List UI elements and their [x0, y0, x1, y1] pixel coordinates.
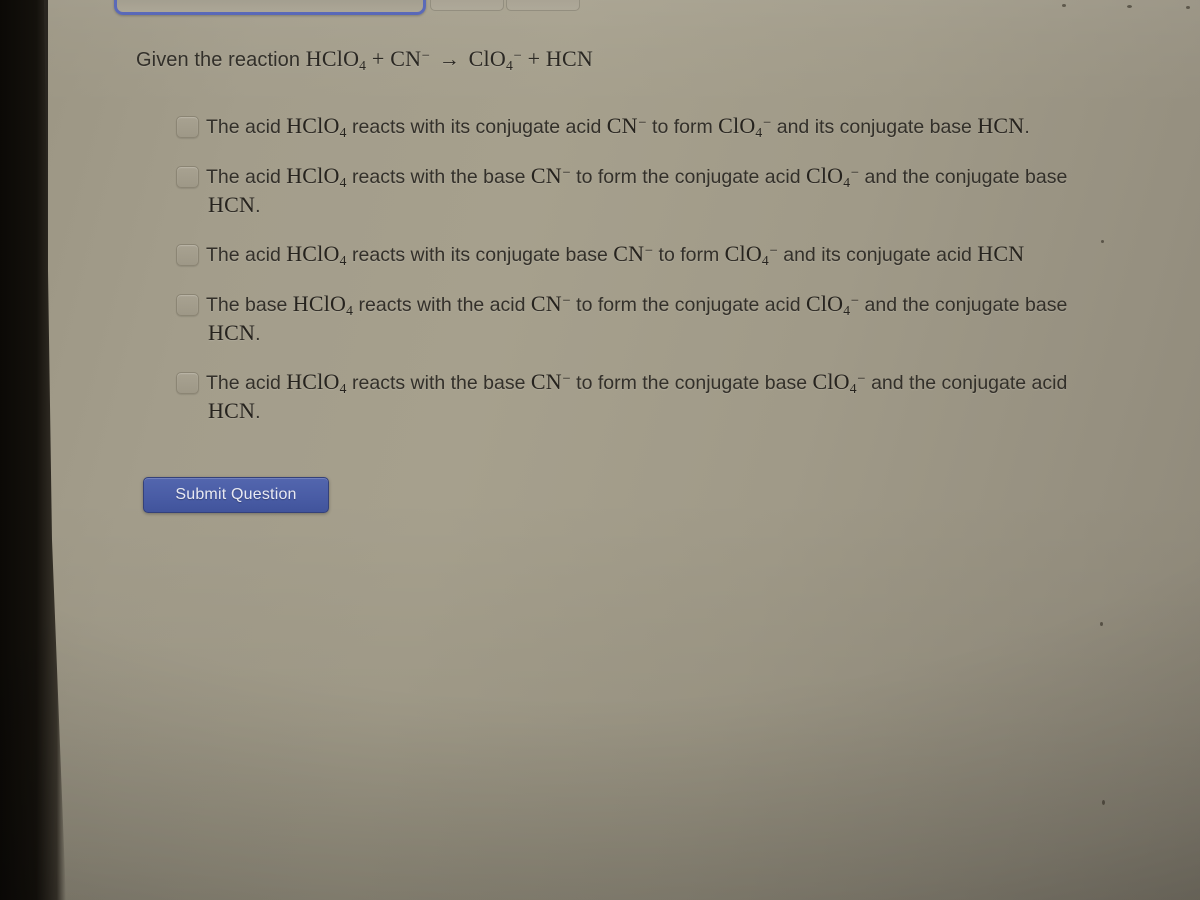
formula-cyanide-ion: CN− [613, 241, 654, 266]
option-text-fragment: to form the conjugate acid [570, 166, 806, 188]
option-text-fragment: to form [653, 244, 725, 266]
option-text-fragment: reacts with the base [346, 372, 531, 394]
plus-sign-1: + [371, 46, 385, 71]
answer-option-2[interactable]: The acid HClO4 reacts with the base CN− … [176, 162, 1166, 220]
quiz-page: Given the reaction HClO4 + CN− → ClO4− +… [48, 0, 1200, 900]
reactant-2: CN− [390, 46, 431, 71]
option-text-fragment: The acid [206, 166, 287, 188]
option-text-fragment: and the conjugate base [859, 166, 1068, 188]
option-text-fragment: and its conjugate acid [777, 244, 978, 266]
option-text-fragment: . [255, 323, 261, 345]
formula-perchlorate-ion: ClO4− [718, 113, 772, 140]
reactant-1: HClO4 [305, 46, 367, 73]
photographed-screen: Given the reaction HClO4 + CN− → ClO4− +… [0, 0, 1200, 900]
formula-hcn: HCN [208, 320, 256, 345]
submit-question-button[interactable]: Submit Question [143, 477, 329, 513]
option-text-fragment: and its conjugate base [771, 116, 978, 138]
formula-perchlorate-ion: ClO4− [805, 291, 860, 318]
formula-perchlorate-ion: ClO4− [724, 241, 778, 268]
option-text-fragment: reacts with its conjugate base [346, 244, 614, 266]
answer-option-2-line-2: HCN. [206, 191, 1166, 220]
formula-hclo4: HClO4 [286, 241, 347, 268]
formula-hcn: HCN [977, 113, 1025, 138]
formula-hcn: HCN [208, 398, 256, 423]
option-text-fragment: to form the conjugate acid [570, 294, 806, 316]
answer-option-5-line-1: The acid HClO4 reacts with the base CN− … [206, 368, 1166, 397]
formula-hcn: HCN [208, 192, 256, 217]
option-text-fragment: The acid [206, 116, 287, 138]
formula-cyanide-ion: CN− [606, 113, 647, 138]
formula-cyanide-ion: CN− [530, 163, 571, 188]
formula-perchlorate-ion: ClO4− [812, 369, 866, 396]
answer-option-5[interactable]: The acid HClO4 reacts with the base CN− … [176, 368, 1166, 426]
answer-option-1[interactable]: The acid HClO4 reacts with its conjugate… [176, 112, 1166, 141]
option-text-fragment: . [1024, 116, 1030, 138]
checkbox-icon-option-5[interactable] [176, 372, 199, 394]
answer-option-3[interactable]: The acid HClO4 reacts with its conjugate… [176, 240, 1166, 269]
checkbox-icon-option-3[interactable] [176, 244, 199, 266]
answer-option-2-line-1: The acid HClO4 reacts with the base CN− … [206, 162, 1166, 191]
checkbox-icon-option-4[interactable] [176, 294, 199, 316]
answer-option-4-line-2: HCN. [206, 319, 1166, 348]
option-text-fragment: reacts with its conjugate acid [346, 116, 607, 138]
option-text-fragment: and the conjugate acid [865, 372, 1068, 394]
option-text-fragment: The acid [206, 244, 287, 266]
screen-surface: Given the reaction HClO4 + CN− → ClO4− +… [48, 0, 1200, 900]
reaction-equation: HClO4 + CN− → ClO4− + HCN [305, 46, 593, 73]
option-text-fragment: . [255, 401, 261, 423]
option-text-fragment: reacts with the base [346, 166, 531, 188]
formula-hclo4: HClO4 [286, 369, 347, 396]
prompt-prefix: Given the reaction [136, 49, 301, 71]
plus-sign-2: + [527, 46, 541, 71]
option-text-fragment: . [255, 195, 261, 217]
formula-hcn: HCN [977, 241, 1025, 266]
answer-option-4[interactable]: The base HClO4 reacts with the acid CN− … [176, 290, 1166, 348]
answer-option-5-line-2: HCN. [206, 397, 1166, 426]
formula-hclo4: HClO4 [286, 163, 347, 190]
answer-option-1-line-1: The acid HClO4 reacts with its conjugate… [206, 112, 1166, 141]
question-prompt: Given the reaction HClO4 + CN− → ClO4− +… [136, 46, 593, 72]
formula-cyanide-ion: CN− [530, 291, 571, 316]
answer-option-3-line-1: The acid HClO4 reacts with its conjugate… [206, 240, 1166, 269]
formula-hclo4: HClO4 [286, 113, 347, 140]
reaction-arrow-icon: → [438, 47, 460, 71]
option-text-fragment: to form the conjugate base [570, 372, 813, 394]
option-text-fragment: The base [206, 294, 293, 316]
product-1: ClO4− [468, 46, 522, 73]
formula-perchlorate-ion: ClO4− [805, 163, 860, 190]
option-text-fragment: and the conjugate base [859, 294, 1068, 316]
checkbox-icon-option-1[interactable] [176, 116, 199, 138]
option-text-fragment: The acid [206, 372, 287, 394]
answer-options-list: The acid HClO4 reacts with its conjugate… [176, 112, 1166, 446]
answer-option-4-line-1: The base HClO4 reacts with the acid CN− … [206, 290, 1166, 319]
formula-cyanide-ion: CN− [530, 369, 571, 394]
option-text-fragment: reacts with the acid [353, 294, 531, 316]
checkbox-icon-option-2[interactable] [176, 166, 199, 188]
option-text-fragment: to form [646, 116, 719, 138]
formula-hclo4: HClO4 [292, 291, 354, 318]
product-2: HCN [545, 46, 593, 71]
